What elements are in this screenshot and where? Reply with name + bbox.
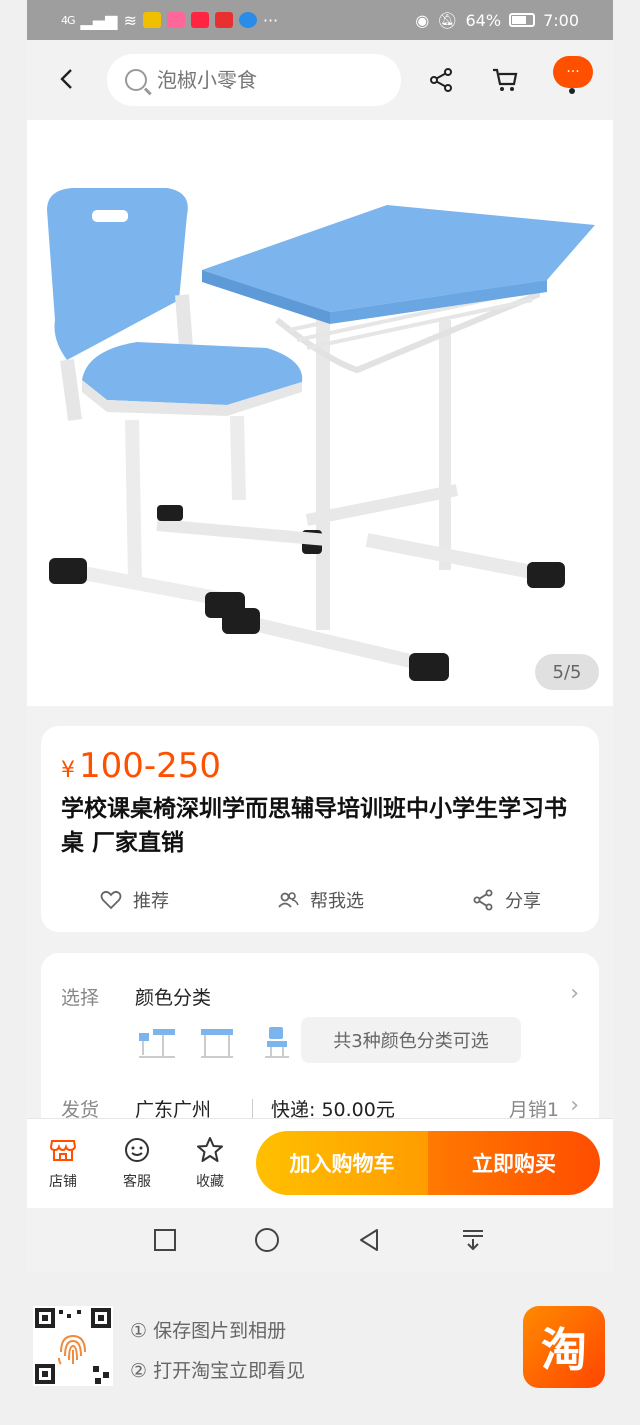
color-option-thumbnail[interactable] xyxy=(135,1019,179,1063)
weibo-icon xyxy=(142,12,161,28)
help-me-choose-button[interactable]: 帮我选 xyxy=(227,884,413,916)
square-icon xyxy=(154,1229,176,1251)
fingerprint-icon xyxy=(58,1334,86,1365)
color-option-thumbnail[interactable] xyxy=(195,1019,239,1063)
recommend-button[interactable]: 推荐 xyxy=(41,884,227,916)
favorite-label: 收藏 xyxy=(196,1174,224,1190)
notification-dot xyxy=(569,88,575,94)
clock: 7:00 xyxy=(543,10,579,30)
add-to-cart-button[interactable]: 加入购物车 xyxy=(256,1131,428,1195)
home-button[interactable] xyxy=(251,1224,283,1256)
taobao-logo: 淘 xyxy=(523,1306,605,1388)
share-button[interactable] xyxy=(425,64,457,96)
red-app-icon xyxy=(214,12,233,28)
browser-icon xyxy=(238,12,257,28)
battery-percent: 64% xyxy=(465,10,502,30)
price-range: 100-250 xyxy=(79,746,222,786)
desk-chair-image xyxy=(47,188,595,681)
buy-now-button[interactable]: 立即购买 xyxy=(428,1131,600,1195)
color-thumbnails xyxy=(135,1019,299,1063)
circle-icon xyxy=(255,1228,279,1252)
xiaohongshu-icon xyxy=(190,12,209,28)
chevron-left-icon xyxy=(60,69,72,89)
system-navigation-bar xyxy=(27,1208,613,1272)
search-bar[interactable] xyxy=(107,54,401,106)
wifi-icon: ≋ xyxy=(123,10,137,30)
color-options-chip[interactable]: 共3种颜色分类可选 xyxy=(301,1017,521,1063)
recommend-label: 推荐 xyxy=(133,891,169,912)
back-button[interactable] xyxy=(53,64,83,94)
spec-card[interactable]: 选择 颜色分类 › 共3种颜色分类可选 发货 广东广州 快递: 50.00元 月… xyxy=(41,953,599,1133)
qr-code xyxy=(33,1306,113,1386)
favorite-button[interactable]: 收藏 xyxy=(180,1135,240,1191)
top-navigation: ··· xyxy=(27,40,613,120)
save-image-tip: ① 保存图片到相册 xyxy=(130,1320,287,1342)
eye-icon: ◉ xyxy=(415,10,430,30)
product-info-card: ¥ 100-250 学校课桌椅深圳学而思辅导培训班中小学生学习书桌 厂家直销 推… xyxy=(41,726,599,932)
notification-pulldown-button[interactable] xyxy=(457,1224,489,1256)
bottom-action-bar: 店铺 客服 收藏 加入购物车 立即购买 xyxy=(27,1118,613,1208)
share-product-button[interactable]: 分享 xyxy=(413,884,599,916)
share-icon xyxy=(473,889,493,911)
cart-icon xyxy=(493,68,518,91)
heart-icon xyxy=(100,890,122,910)
price: ¥ 100-250 xyxy=(61,746,221,786)
chevron-right-icon: › xyxy=(570,1093,579,1118)
select-label: 选择 xyxy=(61,987,100,1009)
triangle-back-icon xyxy=(360,1229,378,1251)
qr-code-graphic xyxy=(35,1308,111,1384)
bilibili-icon xyxy=(166,12,185,28)
pulldown-icon xyxy=(463,1230,483,1251)
chevron-right-icon: › xyxy=(570,981,579,1006)
product-title: 学校课桌椅深圳学而思辅导培训班中小学生学习书桌 厂家直销 xyxy=(61,796,567,856)
star-icon xyxy=(197,1137,223,1162)
help-me-choose-label: 帮我选 xyxy=(310,891,364,912)
open-taobao-tip: ② 打开淘宝立即看见 xyxy=(130,1360,306,1382)
more-menu-button[interactable]: ··· xyxy=(553,56,593,88)
search-input[interactable] xyxy=(157,68,377,92)
people-icon xyxy=(278,892,299,908)
network-indicator: 4G xyxy=(61,13,75,27)
currency-symbol: ¥ xyxy=(61,758,75,783)
recents-button[interactable] xyxy=(149,1224,181,1256)
customer-service-button[interactable]: 客服 xyxy=(107,1135,167,1191)
image-counter: 5/5 xyxy=(535,654,599,690)
status-bar: 4G ▂▄▆ ≋ ··· ◉ 🔕︎ 64% 7:00 xyxy=(27,0,613,40)
battery-icon xyxy=(509,13,536,27)
desk-illustration xyxy=(202,205,595,681)
select-value: 颜色分类 xyxy=(135,987,212,1009)
phone-screen: 4G ▂▄▆ ≋ ··· ◉ 🔕︎ 64% 7:00 泡椒小零食 ··· 5/5… xyxy=(27,0,613,1272)
color-option-thumbnail[interactable] xyxy=(255,1019,299,1063)
product-actions: 推荐 帮我选 分享 xyxy=(41,884,599,916)
share-icon xyxy=(430,68,452,92)
system-back-button[interactable] xyxy=(353,1224,385,1256)
store-icon xyxy=(49,1140,77,1161)
shop-label: 店铺 xyxy=(49,1174,77,1190)
share-footer: ① 保存图片到相册 ② 打开淘宝立即看见 淘 xyxy=(0,1272,640,1425)
service-label: 客服 xyxy=(123,1174,151,1190)
divider xyxy=(252,1099,253,1119)
search-icon xyxy=(125,69,147,91)
shop-button[interactable]: 店铺 xyxy=(33,1135,93,1191)
cart-button[interactable] xyxy=(489,64,521,96)
mute-bell-icon: 🔕︎ xyxy=(437,10,458,30)
share-label: 分享 xyxy=(505,891,541,912)
smiley-chat-icon xyxy=(125,1138,149,1162)
product-gallery[interactable]: 5/5 xyxy=(27,120,613,706)
signal-icon: ▂▄▆ xyxy=(80,10,118,30)
more-notifications: ··· xyxy=(262,10,279,30)
